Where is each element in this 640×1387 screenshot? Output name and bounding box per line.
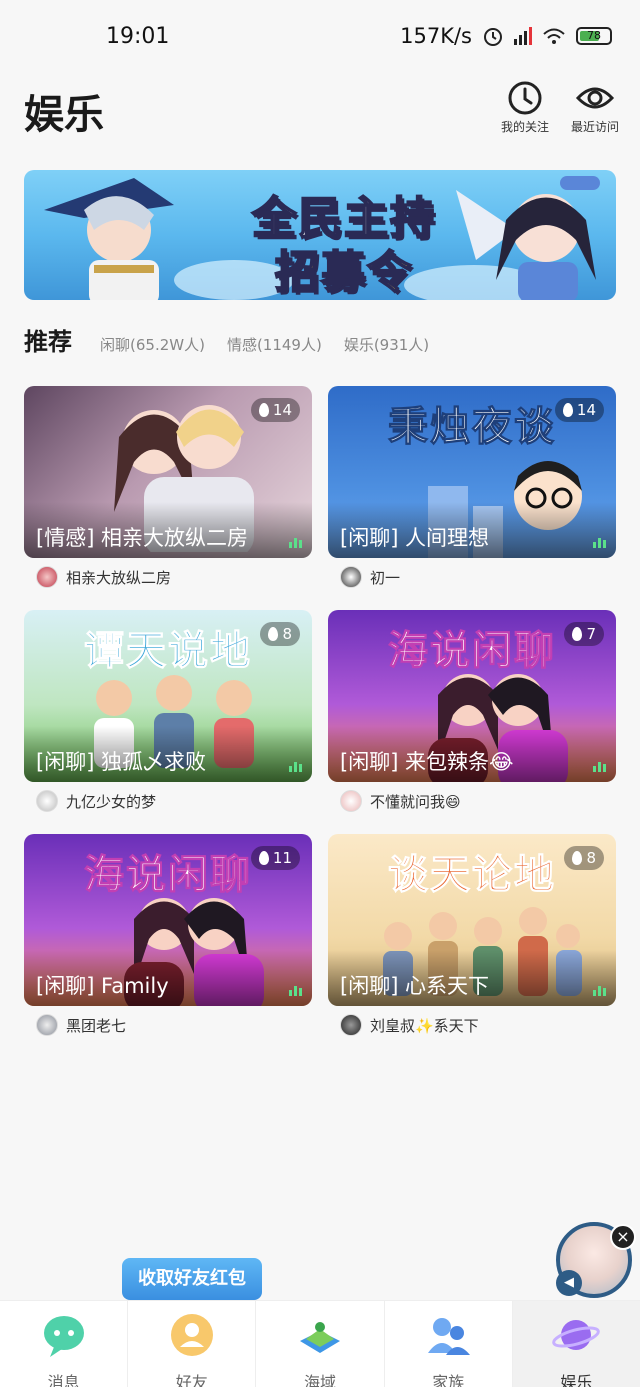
header: 娱乐 我的关注 最近访问 (0, 72, 640, 162)
nav-messages[interactable]: 消息 (0, 1301, 129, 1387)
room-owner[interactable]: 刘皇叔✨系天下 (328, 1014, 616, 1036)
room-title: [闲聊] 独孤乄求败 (24, 726, 312, 782)
avatar (340, 566, 362, 588)
fire-icon (258, 403, 269, 417)
tab-entertainment[interactable]: 娱乐(931人) (344, 334, 429, 355)
category-tabs: 推荐 闲聊(65.2W人) 情感(1149人) 娱乐(931人) (24, 322, 429, 357)
wifi-icon (543, 28, 565, 44)
net-speed: 157K/s (400, 24, 472, 48)
nav-family[interactable]: 家族 (385, 1301, 513, 1387)
avatar (36, 1014, 58, 1036)
live-bars-icon (289, 986, 302, 996)
room-owner[interactable]: 不懂就问我😄 (328, 790, 616, 812)
recent-label: 最近访问 (570, 120, 619, 134)
nav-label: 好友 (175, 1373, 208, 1387)
battery-icon: 78 (576, 27, 612, 45)
status-icons: 157K/s 78 (400, 24, 612, 48)
banner-character-left (44, 178, 174, 300)
owner-name: 初一 (370, 568, 401, 587)
fire-icon (562, 403, 573, 417)
nav-label: 家族 (432, 1373, 465, 1387)
room-title: [闲聊] 来包辣条😂 (328, 726, 616, 782)
room-card[interactable]: 海说闲聊 11 [闲聊] Family 黑团老七 (24, 834, 312, 1036)
live-bars-icon (289, 762, 302, 772)
nav-label: 娱乐 (560, 1373, 593, 1387)
planet-icon (552, 1320, 601, 1350)
nav-friends[interactable]: 好友 (128, 1301, 257, 1387)
tab-chat[interactable]: 闲聊(65.2W人) (100, 334, 205, 355)
room-owner[interactable]: 黑团老七 (24, 1014, 312, 1036)
close-icon[interactable]: × (610, 1224, 636, 1250)
eye-icon (575, 87, 615, 109)
owner-name: 黑团老七 (66, 1016, 127, 1035)
room-card[interactable]: 14 [情感] 相亲大放纵二房 相亲大放纵二房 (24, 386, 312, 588)
tab-recommend[interactable]: 推荐 (24, 322, 72, 357)
heat-badge: 7 (564, 622, 604, 646)
family-icon (428, 1318, 471, 1355)
island-icon (300, 1322, 340, 1353)
heat-badge: 8 (260, 622, 300, 646)
heat-badge: 11 (250, 846, 300, 870)
room-title: [闲聊] Family (24, 950, 312, 1006)
room-cover: 海说闲聊 7 [闲聊] 来包辣条😂 (328, 610, 616, 782)
room-title: [闲聊] 人间理想 (328, 502, 616, 558)
status-bar: 19:01 157K/s 78 (0, 0, 640, 72)
fire-icon (572, 627, 583, 641)
nav-entertainment[interactable]: 娱乐 (512, 1301, 640, 1387)
owner-name: 相亲大放纵二房 (66, 568, 172, 587)
room-title: [闲聊] 心系天下 (328, 950, 616, 1006)
promo-banner[interactable]: 全民主持 招募令 (24, 170, 616, 300)
room-owner[interactable]: 相亲大放纵二房 (24, 566, 312, 588)
tab-emotion[interactable]: 情感(1149人) (227, 334, 322, 355)
owner-name: 不懂就问我😄 (370, 792, 461, 811)
avatar (36, 790, 58, 812)
room-owner[interactable]: 九亿少女的梦 (24, 790, 312, 812)
avatar (36, 566, 58, 588)
room-cover: 14 [情感] 相亲大放纵二房 (24, 386, 312, 558)
status-time: 19:01 (106, 24, 170, 49)
live-bars-icon (593, 538, 606, 548)
nav-sea[interactable]: 海域 (256, 1301, 385, 1387)
signal-icon (514, 27, 532, 45)
fire-icon (572, 851, 583, 865)
room-card[interactable]: 谭天说地 8 [闲聊] 独孤乄求败 九亿少女的梦 (24, 610, 312, 812)
heat-badge: 14 (250, 398, 300, 422)
alarm-icon (484, 28, 502, 46)
room-card[interactable]: 秉烛夜谈 14 [闲聊] 人间理想 初一 (328, 386, 616, 588)
bottom-nav: 消息 好友 海域 家族 娱乐 (0, 1300, 640, 1387)
avatar (340, 1014, 362, 1036)
nav-label: 海域 (304, 1373, 337, 1387)
live-bars-icon (289, 538, 302, 548)
recent-visits-button[interactable]: 最近访问 (564, 80, 626, 135)
owner-name: 刘皇叔✨系天下 (370, 1016, 479, 1035)
room-cover: 谈天论地 8 [闲聊] 心系天下 (328, 834, 616, 1006)
page-title: 娱乐 (24, 92, 104, 138)
room-cover: 秉烛夜谈 14 [闲聊] 人间理想 (328, 386, 616, 558)
fire-icon (258, 851, 269, 865)
live-bars-icon (593, 762, 606, 772)
clock-icon (508, 81, 542, 115)
speaker-icon[interactable]: ◀ (556, 1270, 582, 1296)
heat-badge: 14 (554, 398, 604, 422)
room-title: [情感] 相亲大放纵二房 (24, 502, 312, 558)
owner-name: 九亿少女的梦 (66, 792, 157, 811)
room-cover: 谭天说地 8 [闲聊] 独孤乄求败 (24, 610, 312, 782)
chat-bubble-icon (43, 1316, 84, 1357)
heat-badge: 8 (564, 846, 604, 870)
room-cover: 海说闲聊 11 [闲聊] Family (24, 834, 312, 1006)
live-bars-icon (593, 986, 606, 996)
friend-icon (170, 1314, 213, 1356)
nav-label: 消息 (47, 1373, 80, 1387)
fire-icon (268, 627, 279, 641)
red-packet-tip[interactable]: 收取好友红包 (122, 1258, 262, 1310)
room-card[interactable]: 谈天论地 8 [闲聊] 心系天下 刘皇叔✨系天下 (328, 834, 616, 1036)
room-owner[interactable]: 初一 (328, 566, 616, 588)
avatar (340, 790, 362, 812)
following-button[interactable]: 我的关注 (494, 80, 556, 135)
following-label: 我的关注 (500, 120, 549, 134)
room-card[interactable]: 海说闲聊 7 [闲聊] 来包辣条😂 不懂就问我😄 (328, 610, 616, 812)
banner-title-line2: 招募令 (274, 246, 413, 299)
